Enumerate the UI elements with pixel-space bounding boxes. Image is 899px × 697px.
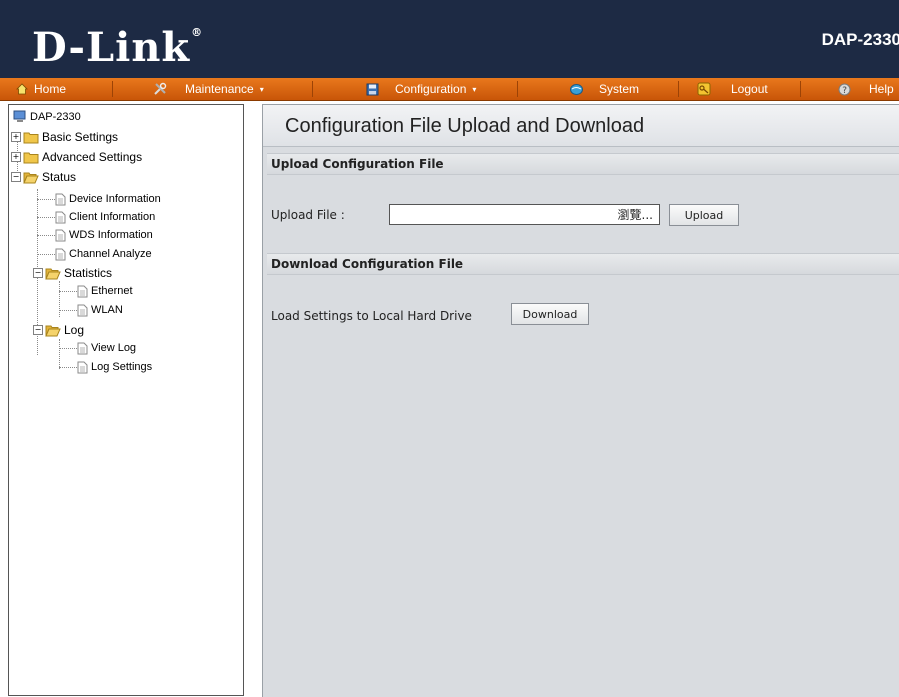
tree-item-view-log[interactable]: View Log	[77, 340, 136, 356]
page-title: Configuration File Upload and Download	[285, 115, 645, 137]
collapse-icon[interactable]: −	[33, 268, 43, 278]
menu-separator	[112, 81, 113, 97]
download-section-header: Download Configuration File	[267, 253, 899, 275]
tree-connector	[59, 281, 60, 317]
expand-icon[interactable]: +	[11, 132, 21, 142]
tree-connector	[59, 348, 77, 349]
menu-maintenance[interactable]: Maintenance ▾	[153, 78, 264, 100]
menu-system[interactable]: System	[570, 78, 639, 100]
tree-item-ethernet[interactable]: Ethernet	[77, 283, 133, 299]
load-settings-label: Load Settings to Local Hard Drive	[271, 309, 472, 323]
globe-icon	[570, 83, 583, 95]
tree-item-advanced-settings[interactable]: + Advanced Settings	[11, 149, 142, 165]
tree-item-basic-settings[interactable]: + Basic Settings	[11, 129, 118, 145]
home-icon	[16, 83, 28, 95]
tree-item-root[interactable]: DAP-2330	[13, 109, 81, 125]
menu-separator	[800, 81, 801, 97]
menu-separator	[517, 81, 518, 97]
page-icon	[77, 285, 88, 297]
folder-icon	[23, 132, 39, 143]
key-icon	[697, 82, 711, 96]
tree-item-log-settings[interactable]: Log Settings	[77, 359, 152, 375]
tree-connector	[59, 291, 77, 292]
content-panel: Configuration File Upload and Download U…	[262, 104, 899, 697]
upload-file-label: Upload File :	[271, 208, 345, 222]
browse-button[interactable]: 瀏覽...	[614, 206, 657, 223]
tree-connector	[59, 339, 60, 369]
tree-item-status[interactable]: − Status	[11, 169, 76, 185]
menu-separator	[312, 81, 313, 97]
tree-item-device-information[interactable]: Device Information	[55, 191, 161, 207]
download-button[interactable]: Download	[511, 303, 589, 325]
tree-item-client-information[interactable]: Client Information	[55, 209, 155, 225]
tree-item-wlan[interactable]: WLAN	[77, 302, 123, 318]
page-icon	[77, 342, 88, 354]
upload-file-input[interactable]: 瀏覽...	[389, 204, 660, 225]
tree-item-channel-analyze[interactable]: Channel Analyze	[55, 246, 152, 262]
header-bar: D-Link® DAP-2330	[0, 0, 899, 78]
expand-icon[interactable]: +	[11, 152, 21, 162]
model-name: DAP-2330	[821, 30, 899, 49]
folder-icon	[23, 152, 39, 163]
collapse-icon[interactable]: −	[33, 325, 43, 335]
menu-home[interactable]: Home	[16, 78, 66, 100]
open-folder-icon	[45, 325, 61, 336]
menu-separator	[678, 81, 679, 97]
upload-section-header: Upload Configuration File	[267, 153, 899, 175]
tree-connector	[59, 310, 77, 311]
tree-item-statistics[interactable]: − Statistics	[33, 265, 112, 281]
open-folder-icon	[45, 268, 61, 279]
tree-connector	[37, 217, 55, 218]
page-icon	[77, 304, 88, 316]
menu-logout[interactable]: Logout	[697, 78, 768, 100]
help-icon: ?	[838, 83, 851, 96]
tools-icon	[154, 82, 167, 95]
save-disk-icon	[366, 83, 379, 95]
page-title-bar: Configuration File Upload and Download	[263, 105, 899, 147]
page-icon	[77, 361, 88, 373]
tree-connector	[37, 235, 55, 236]
dlink-logo: D-Link®	[32, 24, 204, 71]
collapse-icon[interactable]: −	[11, 172, 21, 182]
open-folder-icon	[23, 172, 39, 183]
computer-icon	[13, 110, 26, 122]
page-icon	[55, 193, 66, 205]
menu-bar: Home Maintenance ▾ Configuration ▾ System …	[0, 78, 899, 101]
tree-item-log[interactable]: − Log	[33, 322, 84, 338]
svg-text:?: ?	[842, 86, 847, 96]
tree-connector	[37, 254, 55, 255]
tree-connector	[59, 367, 77, 368]
page-icon	[55, 248, 66, 260]
upload-button[interactable]: Upload	[669, 204, 739, 226]
tree-connector	[37, 199, 55, 200]
navigation-tree: DAP-2330 + Basic Settings + Advanced Set…	[8, 104, 244, 696]
page-icon	[55, 211, 66, 223]
menu-configuration[interactable]: Configuration ▾	[366, 78, 476, 100]
menu-help[interactable]: ? Help	[838, 78, 894, 100]
tree-item-wds-information[interactable]: WDS Information	[55, 227, 153, 243]
page-icon	[55, 229, 66, 241]
